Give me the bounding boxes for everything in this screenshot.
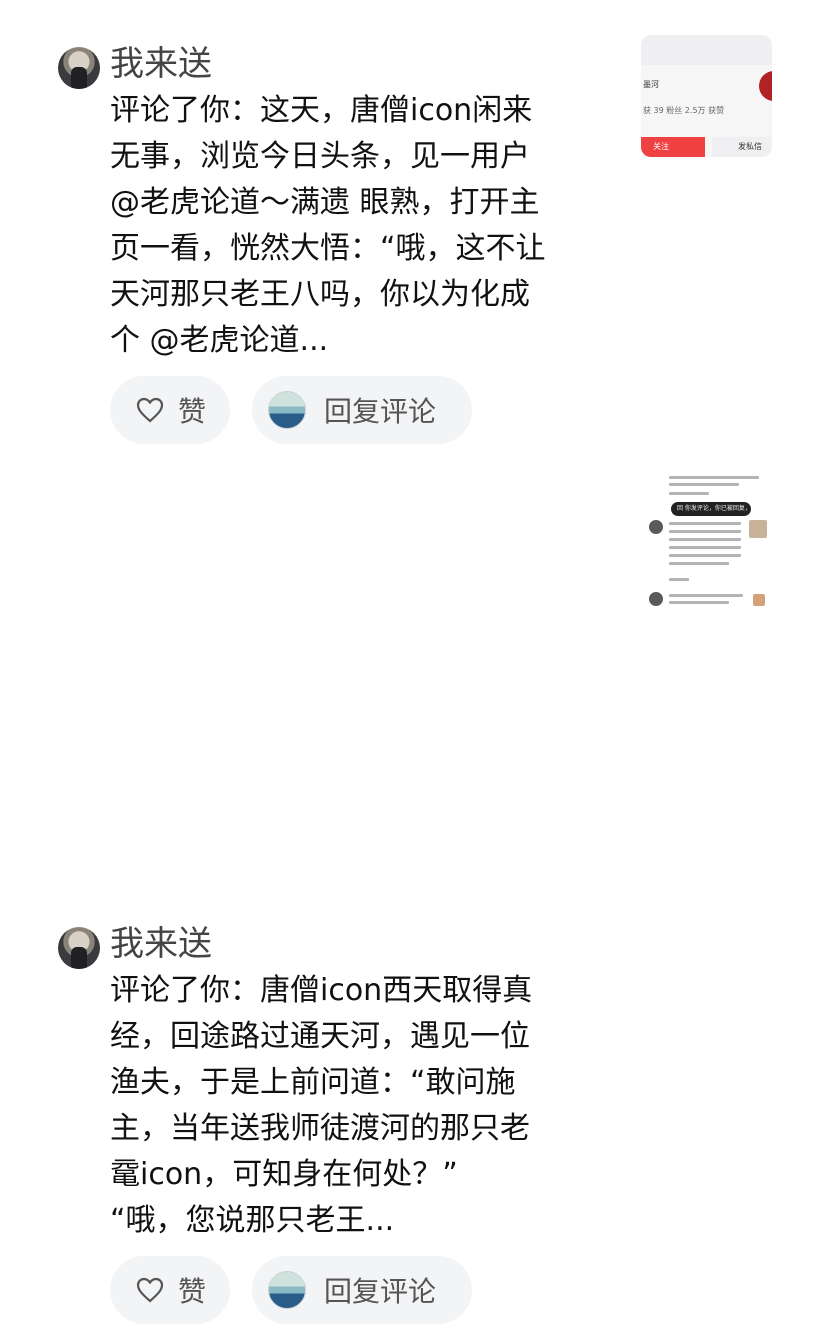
profile-preview-thumbnail[interactable]: 墨河 获 39 粉丝 2.5万 获赞 关注 发私信 <box>641 35 772 157</box>
avatar[interactable] <box>58 927 100 969</box>
video-thumbnail <box>268 1271 306 1309</box>
video-thumbnail <box>268 391 306 429</box>
text-line <box>669 578 689 581</box>
comment-preview-thumbnail[interactable]: 回 你发评论，你已被回复， <box>641 470 772 610</box>
comment-line: 个 @老虎论道... <box>110 323 329 358</box>
comment-line: @老虎论道～满遗 眼熟，打开主 <box>110 185 540 220</box>
profile-stats: 获 39 粉丝 2.5万 获赞 <box>643 106 725 115</box>
comment-line: 鼋icon，可知身在何处？” <box>110 1157 458 1192</box>
reply-label: 回复评论 <box>324 1275 437 1308</box>
follow-button: 关注 <box>641 137 705 157</box>
avatar <box>649 520 663 534</box>
text-line <box>669 546 741 549</box>
comment-line: 经，回途路过通天河，遇见一位 <box>110 1019 530 1054</box>
image-thumbnail <box>753 594 765 606</box>
text-line <box>669 594 743 597</box>
comment-line: 评论了你：唐僧icon西天取得真 <box>110 973 533 1008</box>
like-label: 赞 <box>178 395 207 428</box>
like-label: 赞 <box>178 1275 207 1308</box>
username[interactable]: 我来送 <box>110 44 212 84</box>
reply-comment-button[interactable]: 回复评论 <box>252 1256 472 1324</box>
avatar <box>649 592 663 606</box>
comment-line: 评论了你：这天，唐僧icon闲来 <box>110 93 533 128</box>
comment-line: 渔夫，于是上前问道：“敢问施 <box>110 1065 516 1100</box>
message-button: 发私信 <box>712 137 772 157</box>
text-line <box>669 530 741 533</box>
text-line <box>669 554 741 557</box>
profile-name: 墨河 <box>643 80 659 89</box>
comment-text[interactable]: 评论了你：这天，唐僧icon闲来 无事，浏览今日头条，见一用户 @老虎论道～满遗… <box>110 88 602 364</box>
profile-avatar <box>759 71 772 101</box>
comment-line: 天河那只老王八吗，你以为化成 <box>110 277 530 312</box>
reply-toast: 回 你发评论，你已被回复， <box>671 502 751 516</box>
text-line <box>669 538 741 541</box>
heart-icon <box>136 397 164 423</box>
username[interactable]: 我来送 <box>110 924 212 964</box>
reply-comment-button[interactable]: 回复评论 <box>252 376 472 444</box>
comment-line: 主，当年送我师徒渡河的那只老 <box>110 1111 530 1146</box>
comment-line: “哦，您说那只老王... <box>110 1203 395 1238</box>
text-line <box>669 483 739 486</box>
like-button[interactable]: 赞 <box>110 376 230 444</box>
text-line <box>669 522 741 525</box>
text-line <box>669 562 729 565</box>
text-line <box>669 601 729 604</box>
heart-icon <box>136 1277 164 1303</box>
comment-text[interactable]: 评论了你：唐僧icon西天取得真 经，回途路过通天河，遇见一位 渔夫，于是上前问… <box>110 968 602 1244</box>
comment-line: 无事，浏览今日头条，见一用户 <box>110 139 530 174</box>
reply-label: 回复评论 <box>324 395 437 428</box>
profile-banner <box>641 35 772 65</box>
avatar[interactable] <box>58 47 100 89</box>
image-thumbnail <box>749 520 767 538</box>
text-line <box>669 476 759 479</box>
comment-line: 页一看，恍然大悟：“哦，这不让 <box>110 231 546 266</box>
like-button[interactable]: 赞 <box>110 1256 230 1324</box>
text-line <box>669 492 709 495</box>
